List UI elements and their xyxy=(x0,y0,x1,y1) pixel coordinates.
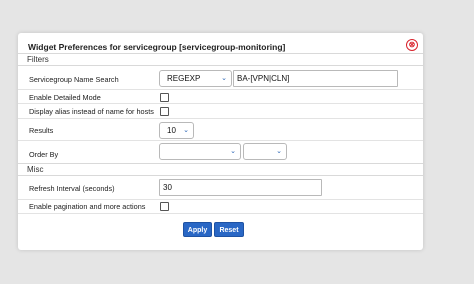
chevron-down-icon: ⌄ xyxy=(221,75,227,82)
refresh-interval-input[interactable]: 30 xyxy=(159,179,322,196)
row-display-alias: Display alias instead of name for hosts xyxy=(18,105,423,119)
row-enable-pagination: Enable pagination and more actions xyxy=(18,200,423,214)
results-select[interactable]: 10 ⌄ xyxy=(159,122,194,139)
row-enable-detailed-mode: Enable Detailed Mode xyxy=(18,91,423,104)
row-refresh-interval: Refresh Interval (seconds) 30 xyxy=(18,177,423,200)
close-icon[interactable]: ⊗ xyxy=(406,39,418,51)
chevron-down-icon: ⌄ xyxy=(276,148,282,155)
dialog-title: Widget Preferences for servicegroup [ser… xyxy=(28,42,286,52)
order-by-label: Order By xyxy=(29,150,59,159)
chevron-down-icon: ⌄ xyxy=(230,148,236,155)
enable-detailed-mode-label: Enable Detailed Mode xyxy=(29,93,101,102)
section-misc: Misc xyxy=(18,163,423,176)
section-filters: Filters xyxy=(18,53,423,66)
servicegroup-operator-value: REGEXP xyxy=(167,74,201,83)
order-by-direction-select[interactable]: ⌄ xyxy=(243,143,287,160)
servicegroup-operator-select[interactable]: REGEXP ⌄ xyxy=(159,70,232,87)
enable-pagination-checkbox[interactable] xyxy=(160,202,169,211)
reset-button[interactable]: Reset xyxy=(214,222,244,237)
results-label: Results xyxy=(29,126,54,135)
display-alias-label: Display alias instead of name for hosts xyxy=(29,107,154,116)
display-alias-checkbox[interactable] xyxy=(160,107,169,116)
refresh-interval-label: Refresh Interval (seconds) xyxy=(29,184,115,193)
apply-button[interactable]: Apply xyxy=(183,222,212,237)
row-servicegroup-name-search: Servicegroup Name Search REGEXP ⌄ BA-[VP… xyxy=(18,67,423,90)
row-results: Results 10 ⌄ xyxy=(18,120,423,141)
chevron-down-icon: ⌄ xyxy=(183,127,189,134)
enable-detailed-mode-checkbox[interactable] xyxy=(160,93,169,102)
servicegroup-name-search-label: Servicegroup Name Search xyxy=(29,75,119,84)
order-by-field-select[interactable]: ⌄ xyxy=(159,143,241,160)
results-value: 10 xyxy=(167,126,176,135)
widget-preferences-dialog: Widget Preferences for servicegroup [ser… xyxy=(18,33,423,250)
servicegroup-name-search-input[interactable]: BA-[VPN|CLN] xyxy=(233,70,398,87)
enable-pagination-label: Enable pagination and more actions xyxy=(29,202,146,211)
